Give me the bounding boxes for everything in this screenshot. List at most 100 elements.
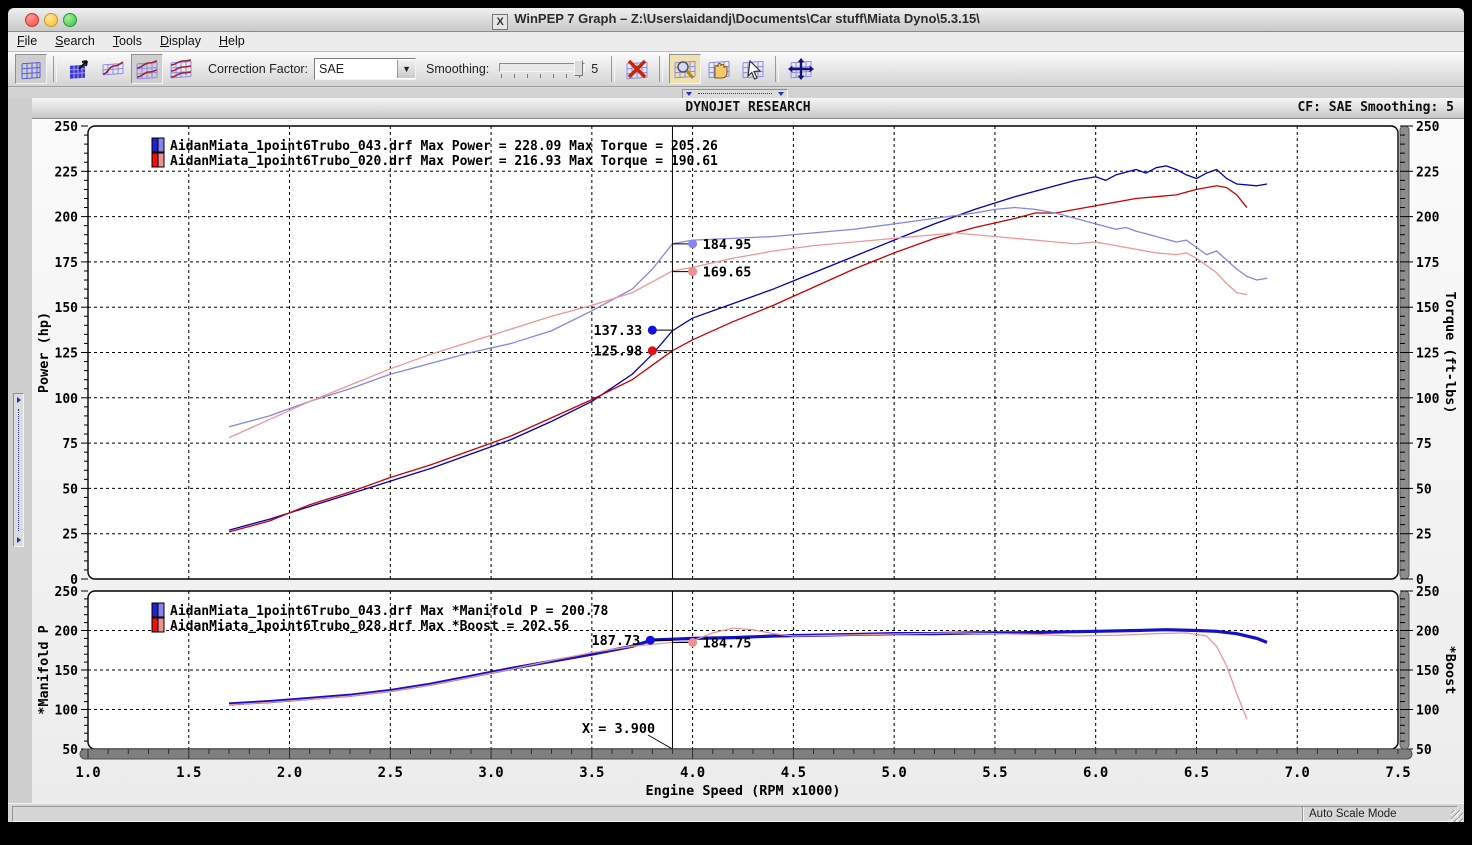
slider-track[interactable] (499, 63, 585, 72)
x-tick: 1.0 (75, 765, 100, 781)
graph-export-button[interactable] (63, 54, 95, 84)
collapse-right-icon[interactable] (778, 92, 784, 96)
y-right-tick: 50 (1416, 743, 1432, 758)
y-right-tick: 225 (1416, 165, 1439, 180)
y-right-tick: 150 (1416, 301, 1440, 316)
x-tick: 4.0 (680, 765, 705, 781)
left-gutter (8, 98, 33, 803)
title-bar[interactable]: XWinPEP 7 Graph – Z:\Users\aidandj\Docum… (8, 8, 1464, 32)
toolbar-separator (659, 56, 663, 82)
toolbar-separator (611, 56, 615, 82)
x-tick: 7.5 (1385, 765, 1410, 781)
cursor-marker-dot (688, 267, 697, 276)
move-axes-icon (787, 57, 815, 81)
x-axis-label: Engine Speed (RPM x1000) (645, 783, 840, 799)
graph-two-curves-button[interactable] (131, 54, 163, 84)
graph-grid-button[interactable] (15, 54, 47, 84)
toolbar-separator (775, 56, 779, 82)
slider-thumb[interactable] (574, 60, 583, 76)
cursor-x-readout: X = 3.900 (582, 721, 655, 737)
menu-search[interactable]: Search (46, 32, 104, 50)
correction-factor-select[interactable]: SAE ▼ (314, 58, 416, 80)
x-tick: 4.5 (781, 765, 806, 781)
x-tick: 5.0 (882, 765, 907, 781)
zoom-graph-button[interactable] (669, 54, 701, 84)
y-left-tick: 150 (55, 301, 79, 316)
cf-smoothing-readout: CF: SAE Smoothing: 5 (1297, 100, 1454, 115)
cursor-marker-dot (648, 326, 657, 335)
y-left-tick: 200 (55, 211, 79, 226)
y-right-axis-label: Torque (ft-lbs) (1442, 292, 1458, 414)
cursor-marker-dot (688, 239, 697, 248)
status-message-panel (12, 806, 1304, 822)
cursor-marker-value: 125.98 (594, 344, 643, 360)
x-tick: 3.5 (579, 765, 604, 781)
cursor-marker-value: 137.33 (594, 323, 643, 339)
scale-mode-text: Auto Scale Mode (1309, 808, 1397, 820)
slider-ticks (501, 74, 583, 78)
cursor-marker-value: 187.73 (592, 633, 641, 649)
graph-three-curves-button[interactable] (165, 54, 197, 84)
cursor-marker-dot (646, 636, 655, 645)
smoothing-value: 5 (591, 62, 598, 76)
splitter-strip (8, 88, 1464, 98)
y-left-tick: 125 (55, 347, 78, 362)
collapse-up-icon[interactable] (17, 397, 21, 403)
x-tick: 7.0 (1285, 765, 1310, 781)
graph-one-curve-icon (101, 58, 125, 80)
y-left-tick: 225 (55, 165, 78, 180)
window-title: XWinPEP 7 Graph – Z:\Users\aidandj\Docum… (8, 11, 1464, 30)
correction-factor-label: Correction Factor: (208, 62, 308, 76)
vertical-splitter[interactable] (13, 393, 24, 547)
y-left-tick: 50 (62, 743, 78, 758)
legend-entry: AidanMiata_1point6Trubo_020.drf Max Powe… (170, 154, 718, 169)
graph-three-curves-icon (169, 58, 193, 80)
resize-grip-icon[interactable] (1451, 810, 1463, 822)
x-tick: 6.0 (1083, 765, 1108, 781)
y-right-tick: 75 (1416, 437, 1432, 452)
menu-bar: FileSearchToolsDisplayHelp (8, 32, 1464, 52)
y-right-tick: 250 (1416, 585, 1440, 600)
menu-help[interactable]: Help (210, 32, 254, 50)
y-left-axis-label: Power (hp) (36, 312, 52, 393)
pan-graph-icon (706, 57, 732, 81)
x-tick: 1.5 (176, 765, 201, 781)
y-left-tick: 75 (62, 437, 78, 452)
pan-graph-button[interactable] (703, 54, 735, 84)
legend-entry: AidanMiata_1point6Trubo_043.drf Max *Man… (170, 604, 608, 619)
splitter-dots (18, 409, 20, 531)
cursor-marker-value: 184.95 (703, 237, 752, 253)
collapse-down-icon[interactable] (17, 537, 21, 543)
menu-tools[interactable]: Tools (104, 32, 151, 50)
x-tick: 6.5 (1184, 765, 1209, 781)
y-right-tick: 50 (1416, 482, 1432, 497)
clear-graph-button[interactable] (621, 54, 653, 84)
y-left-tick: 50 (62, 482, 78, 497)
graph-export-icon (67, 58, 91, 80)
y-right-axis-label: *Boost (1442, 646, 1458, 695)
move-axes-button[interactable] (785, 54, 817, 84)
y-right-tick: 175 (1416, 256, 1439, 271)
winpep-window: XWinPEP 7 Graph – Z:\Users\aidandj\Docum… (8, 8, 1464, 822)
pointer-graph-button[interactable] (737, 54, 769, 84)
x-axis (80, 749, 1412, 759)
y-right-tick: 250 (1416, 120, 1440, 135)
smoothing-slider[interactable] (499, 58, 585, 80)
x-tick: 2.5 (378, 765, 403, 781)
smoothing-label: Smoothing: (426, 62, 489, 76)
scale-mode-panel: Auto Scale Mode (1302, 806, 1458, 822)
cursor-marker-value: 184.75 (703, 636, 752, 652)
menu-file[interactable]: File (8, 32, 46, 50)
y-right-tick: 125 (1416, 347, 1439, 362)
graph-one-curve-button[interactable] (97, 54, 129, 84)
menu-display[interactable]: Display (151, 32, 210, 50)
dynojet-title: DYNOJET RESEARCH (32, 100, 1464, 115)
y-left-tick: 250 (55, 120, 79, 135)
cursor-marker-dot (688, 638, 697, 647)
combo-dropdown-icon[interactable]: ▼ (397, 60, 415, 78)
y-right-tick: 200 (1416, 211, 1440, 226)
y-left-tick: 150 (55, 664, 79, 679)
collapse-left-icon[interactable] (686, 92, 692, 96)
chart-header: DYNOJET RESEARCH CF: SAE Smoothing: 5 (32, 98, 1464, 119)
dyno-plots[interactable]: 0025255050757510010012512515015017517520… (32, 119, 1464, 801)
